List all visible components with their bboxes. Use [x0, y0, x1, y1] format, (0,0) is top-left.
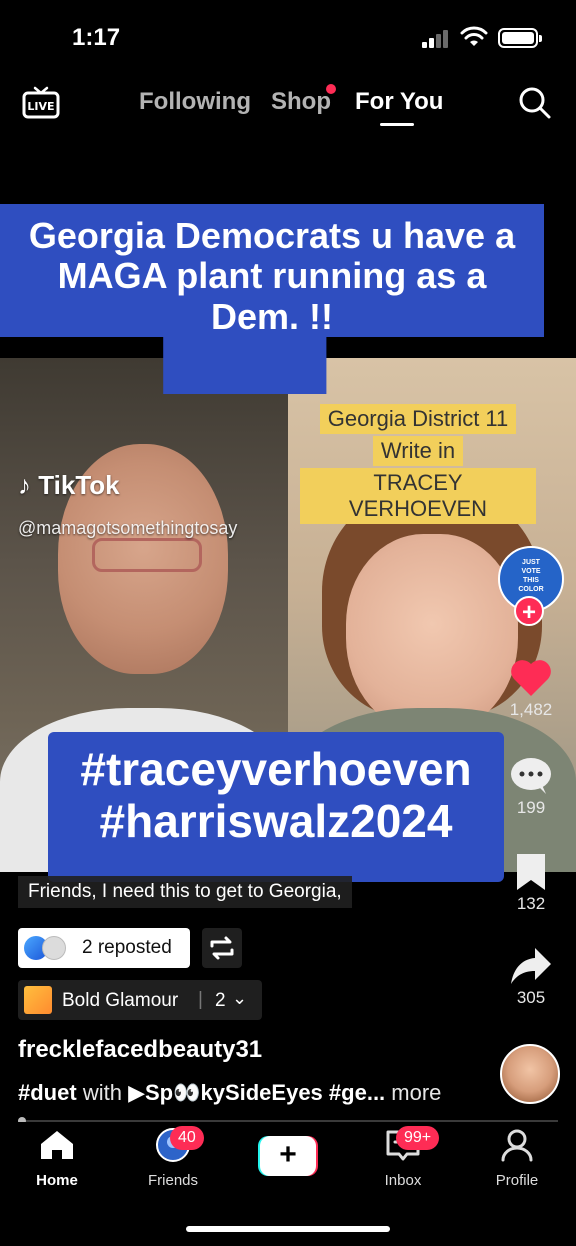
post-caption[interactable]: #duet with ▶Sp👀kySideEyes #ge... more	[18, 1080, 441, 1106]
yellow-caption-line: TRACEY VERHOEVEN	[300, 468, 536, 524]
tab-following[interactable]: Following	[139, 88, 251, 116]
reposter-avatars	[24, 936, 74, 960]
post-description: Friends, I need this to get to Georgia,	[18, 876, 352, 908]
avatar-text: COLOR	[518, 586, 544, 593]
bookmark-button[interactable]: 132	[498, 852, 564, 914]
profile-icon	[501, 1129, 533, 1162]
caption-with: with	[82, 1080, 122, 1105]
share-count: 305	[516, 988, 546, 1007]
watermark-brand: ♪ TikTok	[18, 470, 120, 501]
caption-bottom-line: #traceyverhoeven	[80, 743, 472, 795]
status-time: 1:17	[72, 24, 121, 51]
effect-separator: |	[198, 989, 203, 1010]
caption-bottom-line: #harriswalz2024	[99, 794, 453, 847]
signal-icon	[422, 30, 452, 48]
caption-more[interactable]: more	[391, 1080, 441, 1105]
chevron-down-icon: ⌄	[232, 988, 248, 1008]
tab-for-you[interactable]: For You	[355, 88, 443, 116]
heart-icon	[511, 660, 551, 696]
live-icon[interactable]: LIVE	[22, 86, 60, 120]
repost-icon	[210, 936, 234, 960]
inbox-badge: 99+	[396, 1126, 440, 1150]
active-tab-indicator	[380, 123, 414, 126]
tiktok-logo-icon: ♪	[18, 470, 31, 500]
post-info: Friends, I need this to get to Georgia, …	[18, 876, 488, 1105]
friends-badge: 40	[170, 1126, 204, 1150]
home-icon	[41, 1131, 73, 1159]
live-label: LIVE	[27, 100, 54, 113]
bookmark-icon	[517, 854, 545, 890]
wifi-icon	[460, 26, 488, 46]
watermark-handle: @mamagotsomethingtosay	[18, 518, 238, 538]
yellow-caption: Georgia District 11 Write in TRACEY VERH…	[300, 404, 536, 526]
caption-sound[interactable]: ▶Sp👀kySideEyes	[128, 1080, 323, 1105]
person-right	[346, 534, 518, 734]
like-count: 1,482	[509, 700, 553, 719]
author-avatar[interactable]	[500, 1044, 560, 1104]
yellow-caption-line: Write in	[372, 436, 464, 466]
nav-friends-label: Friends	[147, 1172, 199, 1189]
reposter-avatar	[42, 936, 66, 960]
tiktok-watermark: ♪ TikTok @mamagotsomethingtosay	[18, 470, 237, 538]
battery-icon	[498, 28, 542, 48]
comment-button[interactable]: 199	[498, 756, 564, 818]
caption-tag[interactable]: #duet	[18, 1080, 77, 1105]
caption-bottom: #traceyverhoeven #harriswalz2024	[48, 732, 504, 882]
caption-tag-partial[interactable]: #ge...	[329, 1080, 385, 1105]
repost-button[interactable]	[202, 928, 242, 968]
reposted-label: 2 reposted	[82, 937, 172, 958]
create-button[interactable]: +	[258, 1136, 318, 1176]
nav-profile[interactable]: Profile	[462, 1128, 572, 1189]
plus-icon: +	[260, 1136, 316, 1176]
share-button[interactable]: 305	[498, 946, 564, 1008]
effect-count: 2	[215, 990, 226, 1011]
home-indicator[interactable]	[186, 1226, 390, 1232]
shop-notification-dot	[326, 84, 336, 94]
share-icon	[511, 948, 551, 984]
avatar-text: JUST	[522, 559, 540, 566]
avatar-text: THIS	[523, 577, 539, 584]
nav-home-label: Home	[36, 1172, 78, 1189]
comment-count: 199	[516, 798, 546, 817]
comment-icon	[511, 758, 551, 794]
glasses	[92, 538, 202, 572]
like-button[interactable]: 1,482	[498, 656, 564, 720]
effect-chip[interactable]: Bold Glamour | 2 ⌄	[18, 980, 262, 1020]
nav-home[interactable]: Home	[2, 1128, 112, 1189]
watermark-brand-text: TikTok	[38, 470, 120, 500]
nav-profile-label: Profile	[495, 1172, 539, 1189]
save-count: 132	[516, 894, 546, 913]
top-nav: LIVE Following Shop For You	[0, 78, 576, 138]
caption-top-line: Georgia Democrats u have a	[28, 215, 516, 256]
caption-top-line: Dem. !!	[210, 295, 333, 337]
caption-top-line: MAGA plant running as a	[57, 255, 487, 297]
status-bar: 1:17	[0, 0, 576, 78]
search-icon[interactable]	[518, 86, 552, 120]
reposted-chip[interactable]: 2 reposted	[18, 928, 190, 968]
tab-shop[interactable]: Shop	[271, 88, 331, 116]
post-username[interactable]: frecklefacedbeauty31	[18, 1036, 262, 1064]
effect-icon	[24, 986, 52, 1014]
yellow-caption-line: Georgia District 11	[319, 404, 517, 434]
effect-name: Bold Glamour	[62, 990, 179, 1011]
follow-plus-button[interactable]: +	[514, 596, 544, 626]
nav-inbox-label: Inbox	[384, 1172, 422, 1189]
avatar-text: VOTE	[521, 568, 541, 575]
